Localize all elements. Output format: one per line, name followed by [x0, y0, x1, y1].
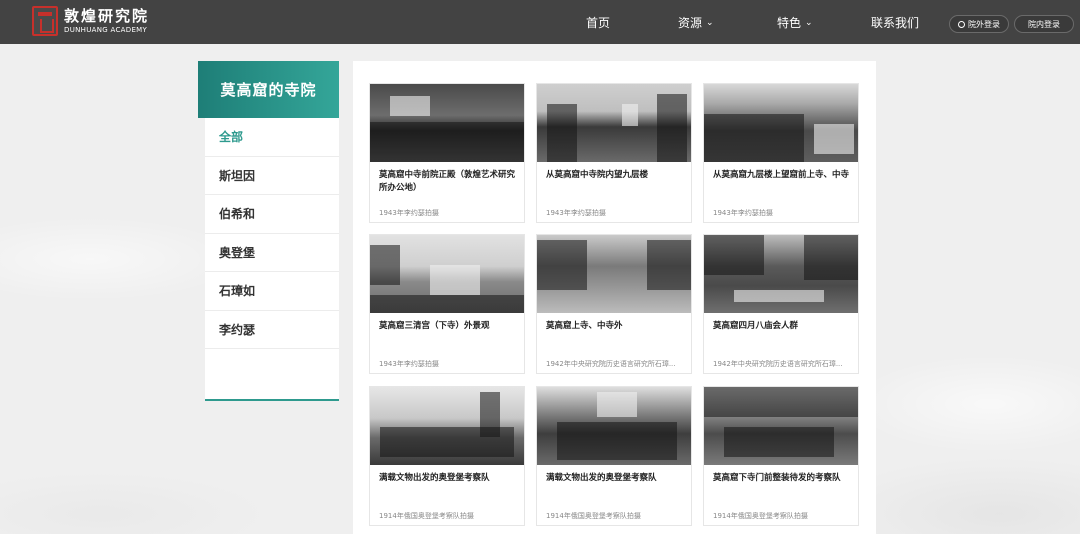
photo-card-title: 满载文物出发的奥登堡考察队 [546, 473, 657, 483]
photo-thumbnail [704, 235, 858, 313]
user-icon [958, 20, 965, 28]
nav-home[interactable]: 首页 [586, 14, 610, 31]
photo-card-title: 莫高窟上寺、中寺外 [546, 321, 623, 331]
photo-card[interactable]: 莫高窟中寺前院正殿（敦煌艺术研究所办公地） 1943年李约瑟拍摄 [369, 83, 525, 223]
photo-grid-panel: 莫高窟中寺前院正殿（敦煌艺术研究所办公地） 1943年李约瑟拍摄 从莫高窟中寺院… [353, 61, 876, 534]
chevron-down-icon: ⌄ [805, 18, 813, 28]
photo-card-meta: 1943年李约瑟拍摄 [713, 209, 773, 217]
photo-thumbnail [370, 84, 524, 162]
sidebar-item-needham[interactable]: 李约瑟 [205, 311, 339, 349]
internal-login-label: 院内登录 [1028, 19, 1060, 29]
photo-card-title: 莫高窟三清宫（下寺）外景观 [379, 321, 490, 331]
nav-contact[interactable]: 联系我们 [871, 14, 919, 31]
photo-card[interactable]: 莫高窟上寺、中寺外 1942年中央研究院历史语言研究所石璋... [536, 234, 692, 374]
photo-card-title: 莫高窟中寺前院正殿（敦煌艺术研究所办公地） [379, 170, 516, 193]
sidebar-item-oldenburg[interactable]: 奥登堡 [205, 234, 339, 272]
photo-card-title: 莫高窟四月八庙会人群 [713, 321, 799, 331]
photo-thumbnail [537, 235, 691, 313]
photo-thumbnail [370, 235, 524, 313]
nav-features-label: 特色 [777, 15, 802, 30]
photo-card-meta: 1914年俄国奥登堡考察队拍摄 [379, 512, 474, 520]
main-nav: 首页 资源 ⌄ 特色 ⌄ 联系我们 [0, 0, 1080, 44]
photo-card-title: 满载文物出发的奥登堡考察队 [379, 473, 490, 483]
photo-card-meta: 1942年中央研究院历史语言研究所石璋... [546, 360, 676, 368]
photo-thumbnail [370, 387, 524, 465]
external-login-label: 院外登录 [968, 19, 1000, 29]
sidebar-item-shi-zhangru[interactable]: 石璋如 [205, 272, 339, 311]
photo-card[interactable]: 从莫高窟中寺院内望九层楼 1943年李约瑟拍摄 [536, 83, 692, 223]
category-sidebar: 莫高窟的寺院 全部 斯坦因 伯希和 奥登堡 石璋如 李约瑟 [198, 61, 339, 401]
photo-card-meta: 1942年中央研究院历史语言研究所石璋... [713, 360, 843, 368]
internal-login-button[interactable]: 院内登录 [1014, 15, 1074, 33]
chevron-down-icon: ⌄ [706, 18, 714, 28]
photo-card[interactable]: 莫高窟下寺门前整装待发的考察队 1914年俄国奥登堡考察队拍摄 [703, 386, 859, 526]
photo-thumbnail [537, 387, 691, 465]
external-login-button[interactable]: 院外登录 [949, 15, 1009, 33]
top-header: 敦煌研究院 DUNHUANG ACADEMY 首页 资源 ⌄ 特色 ⌄ 联系我们… [0, 0, 1080, 44]
photo-card[interactable]: 莫高窟三清宫（下寺）外景观 1943年李约瑟拍摄 [369, 234, 525, 374]
photo-thumbnail [537, 84, 691, 162]
photo-card-meta: 1943年李约瑟拍摄 [379, 360, 439, 368]
sidebar-title: 莫高窟的寺院 [198, 61, 339, 118]
photo-card-title: 从莫高窟九层楼上望窟前上寺、中寺 [713, 170, 850, 180]
photo-thumbnail [704, 84, 858, 162]
nav-contact-label: 联系我们 [871, 15, 920, 30]
photo-card[interactable]: 从莫高窟九层楼上望窟前上寺、中寺 1943年李约瑟拍摄 [703, 83, 859, 223]
photo-card-meta: 1943年李约瑟拍摄 [546, 209, 606, 217]
sidebar-item-stein[interactable]: 斯坦因 [205, 157, 339, 195]
photo-card[interactable]: 满载文物出发的奥登堡考察队 1914年俄国奥登堡考察队拍摄 [536, 386, 692, 526]
nav-home-label: 首页 [586, 15, 611, 30]
photo-card-title: 莫高窟下寺门前整装待发的考察队 [713, 473, 841, 483]
photo-card[interactable]: 莫高窟四月八庙会人群 1942年中央研究院历史语言研究所石璋... [703, 234, 859, 374]
sidebar-list: 全部 斯坦因 伯希和 奥登堡 石璋如 李约瑟 [205, 118, 339, 349]
photo-card-meta: 1943年李约瑟拍摄 [379, 209, 439, 217]
photo-thumbnail [704, 387, 858, 465]
nav-resources-label: 资源 [678, 15, 703, 30]
photo-card-title: 从莫高窟中寺院内望九层楼 [546, 170, 649, 180]
photo-card-meta: 1914年俄国奥登堡考察队拍摄 [713, 512, 808, 520]
nav-resources[interactable]: 资源 ⌄ [678, 14, 714, 31]
photo-card-meta: 1914年俄国奥登堡考察队拍摄 [546, 512, 641, 520]
nav-features[interactable]: 特色 ⌄ [777, 14, 813, 31]
sidebar-item-pelliot[interactable]: 伯希和 [205, 195, 339, 234]
photo-card[interactable]: 满载文物出发的奥登堡考察队 1914年俄国奥登堡考察队拍摄 [369, 386, 525, 526]
sidebar-item-all[interactable]: 全部 [205, 118, 339, 157]
